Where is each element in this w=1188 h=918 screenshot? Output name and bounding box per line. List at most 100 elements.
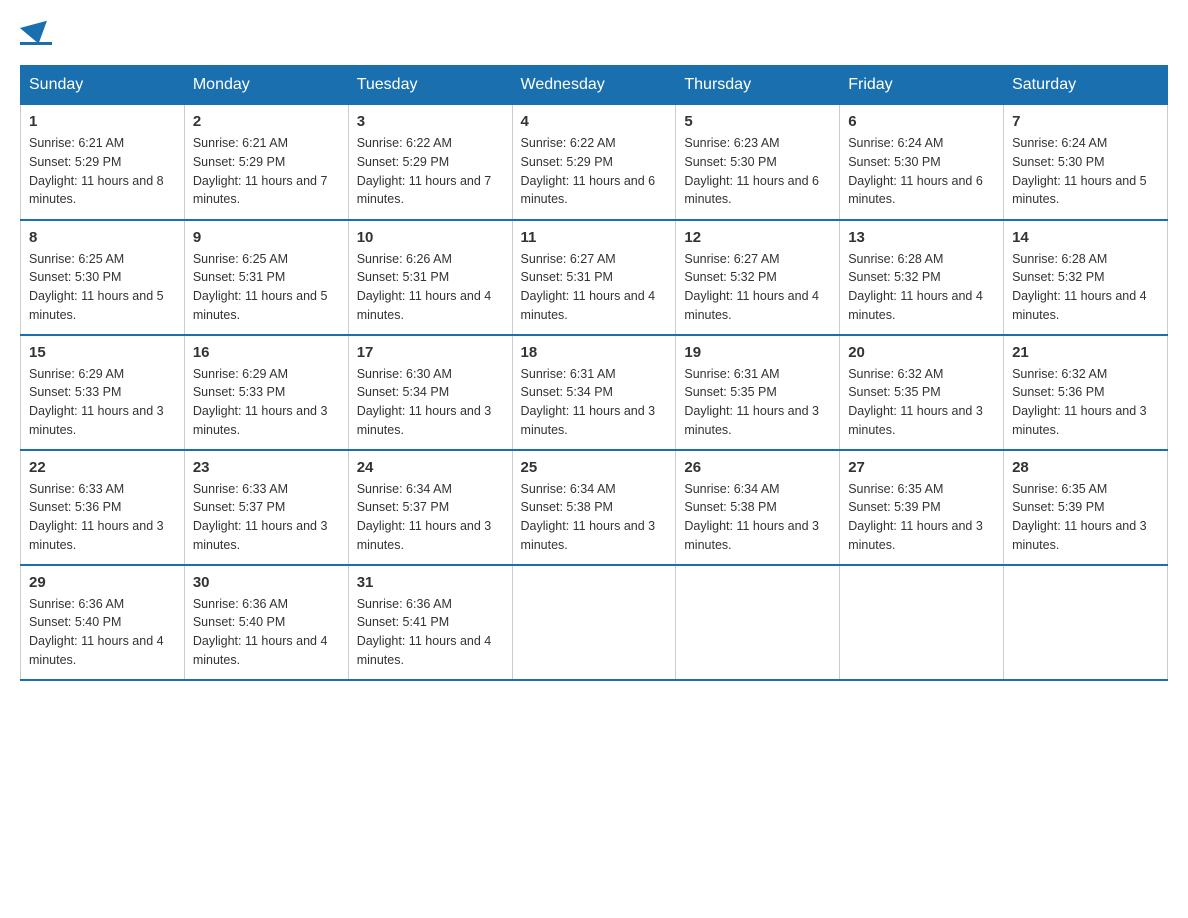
weekday-header-wednesday: Wednesday (512, 66, 676, 105)
day-number: 26 (684, 459, 831, 476)
day-info: Sunrise: 6:31 AM Sunset: 5:35 PM Dayligh… (684, 365, 831, 440)
day-number: 10 (357, 229, 504, 246)
calendar-cell (840, 565, 1004, 680)
calendar-cell (1004, 565, 1168, 680)
day-number: 4 (521, 113, 668, 130)
day-info: Sunrise: 6:35 AM Sunset: 5:39 PM Dayligh… (848, 480, 995, 555)
day-number: 9 (193, 229, 340, 246)
day-info: Sunrise: 6:36 AM Sunset: 5:40 PM Dayligh… (193, 595, 340, 670)
day-info: Sunrise: 6:23 AM Sunset: 5:30 PM Dayligh… (684, 134, 831, 209)
calendar-cell: 30 Sunrise: 6:36 AM Sunset: 5:40 PM Dayl… (184, 565, 348, 680)
calendar-week-2: 8 Sunrise: 6:25 AM Sunset: 5:30 PM Dayli… (21, 220, 1168, 335)
day-number: 15 (29, 344, 176, 361)
day-info: Sunrise: 6:32 AM Sunset: 5:35 PM Dayligh… (848, 365, 995, 440)
day-info: Sunrise: 6:29 AM Sunset: 5:33 PM Dayligh… (29, 365, 176, 440)
day-info: Sunrise: 6:34 AM Sunset: 5:38 PM Dayligh… (521, 480, 668, 555)
day-info: Sunrise: 6:32 AM Sunset: 5:36 PM Dayligh… (1012, 365, 1159, 440)
day-number: 29 (29, 574, 176, 591)
day-info: Sunrise: 6:26 AM Sunset: 5:31 PM Dayligh… (357, 250, 504, 325)
calendar-cell: 6 Sunrise: 6:24 AM Sunset: 5:30 PM Dayli… (840, 105, 1004, 220)
calendar-cell: 10 Sunrise: 6:26 AM Sunset: 5:31 PM Dayl… (348, 220, 512, 335)
calendar-cell: 7 Sunrise: 6:24 AM Sunset: 5:30 PM Dayli… (1004, 105, 1168, 220)
day-info: Sunrise: 6:28 AM Sunset: 5:32 PM Dayligh… (848, 250, 995, 325)
day-info: Sunrise: 6:33 AM Sunset: 5:36 PM Dayligh… (29, 480, 176, 555)
day-number: 11 (521, 229, 668, 246)
calendar-cell (512, 565, 676, 680)
day-info: Sunrise: 6:30 AM Sunset: 5:34 PM Dayligh… (357, 365, 504, 440)
calendar-cell: 17 Sunrise: 6:30 AM Sunset: 5:34 PM Dayl… (348, 335, 512, 450)
day-info: Sunrise: 6:27 AM Sunset: 5:32 PM Dayligh… (684, 250, 831, 325)
day-info: Sunrise: 6:36 AM Sunset: 5:41 PM Dayligh… (357, 595, 504, 670)
day-number: 16 (193, 344, 340, 361)
calendar-cell: 22 Sunrise: 6:33 AM Sunset: 5:36 PM Dayl… (21, 450, 185, 565)
day-number: 19 (684, 344, 831, 361)
day-number: 25 (521, 459, 668, 476)
day-info: Sunrise: 6:22 AM Sunset: 5:29 PM Dayligh… (357, 134, 504, 209)
calendar-cell: 25 Sunrise: 6:34 AM Sunset: 5:38 PM Dayl… (512, 450, 676, 565)
calendar-cell: 11 Sunrise: 6:27 AM Sunset: 5:31 PM Dayl… (512, 220, 676, 335)
calendar-cell: 8 Sunrise: 6:25 AM Sunset: 5:30 PM Dayli… (21, 220, 185, 335)
day-info: Sunrise: 6:22 AM Sunset: 5:29 PM Dayligh… (521, 134, 668, 209)
calendar-cell: 26 Sunrise: 6:34 AM Sunset: 5:38 PM Dayl… (676, 450, 840, 565)
day-number: 17 (357, 344, 504, 361)
calendar-week-4: 22 Sunrise: 6:33 AM Sunset: 5:36 PM Dayl… (21, 450, 1168, 565)
day-number: 21 (1012, 344, 1159, 361)
calendar-cell: 3 Sunrise: 6:22 AM Sunset: 5:29 PM Dayli… (348, 105, 512, 220)
day-number: 8 (29, 229, 176, 246)
calendar-table: SundayMondayTuesdayWednesdayThursdayFrid… (20, 65, 1168, 681)
calendar-cell: 24 Sunrise: 6:34 AM Sunset: 5:37 PM Dayl… (348, 450, 512, 565)
day-info: Sunrise: 6:33 AM Sunset: 5:37 PM Dayligh… (193, 480, 340, 555)
calendar-cell: 21 Sunrise: 6:32 AM Sunset: 5:36 PM Dayl… (1004, 335, 1168, 450)
day-number: 28 (1012, 459, 1159, 476)
day-info: Sunrise: 6:35 AM Sunset: 5:39 PM Dayligh… (1012, 480, 1159, 555)
calendar-cell: 20 Sunrise: 6:32 AM Sunset: 5:35 PM Dayl… (840, 335, 1004, 450)
calendar-week-5: 29 Sunrise: 6:36 AM Sunset: 5:40 PM Dayl… (21, 565, 1168, 680)
day-info: Sunrise: 6:36 AM Sunset: 5:40 PM Dayligh… (29, 595, 176, 670)
day-info: Sunrise: 6:24 AM Sunset: 5:30 PM Dayligh… (1012, 134, 1159, 209)
day-info: Sunrise: 6:28 AM Sunset: 5:32 PM Dayligh… (1012, 250, 1159, 325)
calendar-header: SundayMondayTuesdayWednesdayThursdayFrid… (21, 66, 1168, 105)
day-number: 12 (684, 229, 831, 246)
calendar-cell: 31 Sunrise: 6:36 AM Sunset: 5:41 PM Dayl… (348, 565, 512, 680)
day-number: 22 (29, 459, 176, 476)
day-number: 6 (848, 113, 995, 130)
calendar-cell: 19 Sunrise: 6:31 AM Sunset: 5:35 PM Dayl… (676, 335, 840, 450)
calendar-cell: 27 Sunrise: 6:35 AM Sunset: 5:39 PM Dayl… (840, 450, 1004, 565)
calendar-cell: 29 Sunrise: 6:36 AM Sunset: 5:40 PM Dayl… (21, 565, 185, 680)
calendar-cell: 18 Sunrise: 6:31 AM Sunset: 5:34 PM Dayl… (512, 335, 676, 450)
day-info: Sunrise: 6:27 AM Sunset: 5:31 PM Dayligh… (521, 250, 668, 325)
day-number: 30 (193, 574, 340, 591)
day-number: 27 (848, 459, 995, 476)
day-number: 20 (848, 344, 995, 361)
day-number: 14 (1012, 229, 1159, 246)
calendar-cell: 2 Sunrise: 6:21 AM Sunset: 5:29 PM Dayli… (184, 105, 348, 220)
calendar-cell: 16 Sunrise: 6:29 AM Sunset: 5:33 PM Dayl… (184, 335, 348, 450)
day-number: 7 (1012, 113, 1159, 130)
calendar-body: 1 Sunrise: 6:21 AM Sunset: 5:29 PM Dayli… (21, 105, 1168, 680)
day-number: 18 (521, 344, 668, 361)
calendar-cell: 28 Sunrise: 6:35 AM Sunset: 5:39 PM Dayl… (1004, 450, 1168, 565)
day-info: Sunrise: 6:21 AM Sunset: 5:29 PM Dayligh… (193, 134, 340, 209)
day-info: Sunrise: 6:31 AM Sunset: 5:34 PM Dayligh… (521, 365, 668, 440)
calendar-cell: 9 Sunrise: 6:25 AM Sunset: 5:31 PM Dayli… (184, 220, 348, 335)
weekday-header-monday: Monday (184, 66, 348, 105)
day-info: Sunrise: 6:34 AM Sunset: 5:37 PM Dayligh… (357, 480, 504, 555)
calendar-cell: 15 Sunrise: 6:29 AM Sunset: 5:33 PM Dayl… (21, 335, 185, 450)
day-number: 2 (193, 113, 340, 130)
weekday-header-row: SundayMondayTuesdayWednesdayThursdayFrid… (21, 66, 1168, 105)
day-info: Sunrise: 6:34 AM Sunset: 5:38 PM Dayligh… (684, 480, 831, 555)
day-info: Sunrise: 6:29 AM Sunset: 5:33 PM Dayligh… (193, 365, 340, 440)
day-number: 3 (357, 113, 504, 130)
weekday-header-thursday: Thursday (676, 66, 840, 105)
calendar-cell: 5 Sunrise: 6:23 AM Sunset: 5:30 PM Dayli… (676, 105, 840, 220)
calendar-week-1: 1 Sunrise: 6:21 AM Sunset: 5:29 PM Dayli… (21, 105, 1168, 220)
weekday-header-friday: Friday (840, 66, 1004, 105)
calendar-cell: 1 Sunrise: 6:21 AM Sunset: 5:29 PM Dayli… (21, 105, 185, 220)
weekday-header-saturday: Saturday (1004, 66, 1168, 105)
day-number: 24 (357, 459, 504, 476)
calendar-cell (676, 565, 840, 680)
calendar-cell: 13 Sunrise: 6:28 AM Sunset: 5:32 PM Dayl… (840, 220, 1004, 335)
day-info: Sunrise: 6:25 AM Sunset: 5:31 PM Dayligh… (193, 250, 340, 325)
calendar-cell: 12 Sunrise: 6:27 AM Sunset: 5:32 PM Dayl… (676, 220, 840, 335)
day-number: 31 (357, 574, 504, 591)
